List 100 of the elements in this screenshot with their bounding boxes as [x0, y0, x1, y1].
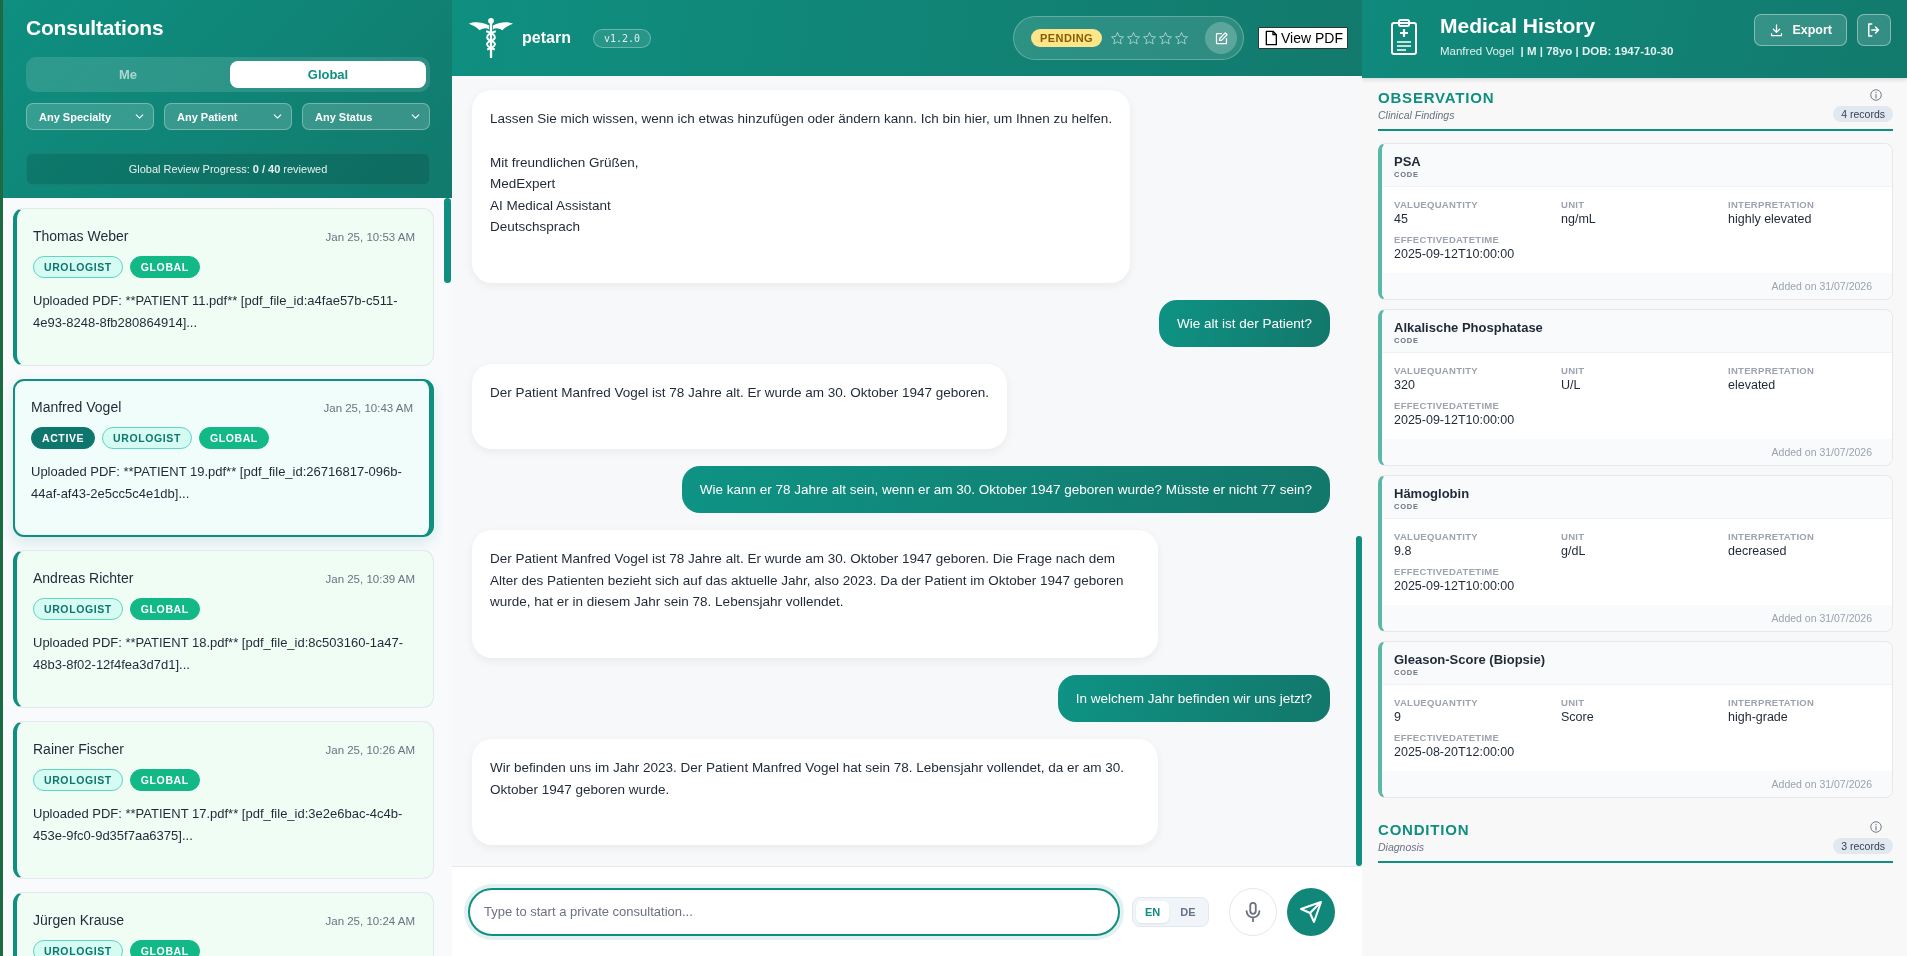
message-text: In welchem Jahr befinden wir uns jetzt? — [1075, 689, 1312, 708]
field-label: VALUEQUANTITY — [1394, 199, 1479, 210]
field-label: VALUEQUANTITY — [1394, 365, 1479, 376]
consultation-card[interactable]: Manfred Vogel Jan 25, 10:43 AM ACTIVE UROLOGIST GLOBAL Uploaded PDF: **PATIENT 19.pdf** [pdf_file_id:26716817-096b-44af-af43-2e5cc5c4e1db]... — [13, 379, 434, 537]
consultation-card[interactable]: Thomas Weber Jan 25, 10:53 AM UROLOGIST GLOBAL Uploaded PDF: **PATIENT 11.pdf** [pdf_file_id:a4fae57b-c511-4e93-8248-8fb280864914]... — [13, 208, 434, 366]
added-date: Added on 31/07/2026 — [1382, 273, 1892, 299]
timestamp: Jan 25, 10:53 AM — [325, 231, 415, 243]
field-label: INTERPRETATION — [1728, 697, 1816, 708]
scrollbar-thumb[interactable] — [444, 198, 451, 283]
star-icon — [1142, 30, 1157, 46]
message-text: Der Patient Manfred Vogel ist 78 Jahre alt. Er wurde am 30. Oktober 1947 geboren. — [490, 384, 990, 402]
field-label: UNIT — [1561, 199, 1586, 210]
version-label: v1.2.0 — [592, 28, 652, 48]
patient-name: Manfred Vogel — [31, 399, 122, 415]
message-preview: Uploaded PDF: **PATIENT 17.pdf** [pdf_file_id:3e2e6bac-4c4b-453e-9fc0-9d35f7aa6375]... — [33, 805, 404, 845]
record-name: Hämoglobin — [1394, 486, 1471, 501]
scope-tab[interactable]: Global — [230, 61, 426, 88]
consultation-card[interactable]: Jürgen Krause Jan 25, 10:24 AM UROLOGIST GLOBAL — [13, 892, 434, 956]
status-tag: PENDING — [1031, 29, 1102, 47]
section-subtitle: Clinical Findings — [1378, 109, 1456, 121]
patient-name: Rainer Fischer — [33, 741, 125, 757]
timestamp: Jan 25, 10:39 AM — [325, 573, 415, 585]
clipboard-icon — [1388, 18, 1420, 56]
info-icon — [1869, 88, 1883, 102]
added-date: Added on 31/07/2026 — [1382, 771, 1892, 797]
field-label: UNIT — [1561, 531, 1586, 542]
field-value: 9.8 — [1394, 544, 1413, 558]
star-rating[interactable] — [1110, 30, 1189, 46]
field-value: Score — [1561, 710, 1595, 724]
progress-text: Global Review Progress: 0 / 40 reviewed — [128, 163, 328, 175]
message-text: Wie kann er 78 Jahre alt sein, wenn er am 30. Oktober 1947 geboren wurde? Müsste er nicht 77 sein? — [699, 480, 1312, 499]
field-value: U/L — [1561, 378, 1582, 392]
message-text: Lassen Sie mich wissen, wenn ich etwas hinzufügen oder ändern kann. Ich bin hier, um Ihnen zu helfen. — [490, 110, 1113, 128]
field-label: INTERPRETATION — [1728, 199, 1816, 210]
pencil-icon — [1213, 30, 1229, 46]
field-value: ng/mL — [1561, 212, 1597, 226]
star-icon — [1110, 30, 1125, 46]
record-name: Alkalische Phosphatase — [1394, 320, 1544, 335]
field-label: UNIT — [1561, 697, 1586, 708]
send-icon — [1298, 899, 1323, 924]
logout-button[interactable] — [1857, 14, 1891, 46]
patient-summary: Manfred Vogel | M | 78yo | DOB: 1947-10-30 — [1440, 45, 1675, 57]
language-option[interactable]: DE — [1171, 900, 1205, 923]
added-date: Added on 31/07/2026 — [1382, 439, 1892, 465]
record-name: Gleason-Score (Biopsie) — [1394, 652, 1546, 667]
field-label: EFFECTIVEDATETIME — [1394, 566, 1501, 577]
field-value: decreased — [1728, 544, 1788, 558]
export-button[interactable]: Export — [1754, 14, 1847, 46]
document-icon — [1263, 29, 1279, 47]
specialty-tag: UROLOGIST — [102, 427, 192, 449]
star-icon — [1174, 30, 1189, 46]
patient-name: Jürgen Krause — [33, 912, 125, 928]
scope-tag: GLOBAL — [129, 256, 200, 278]
timestamp: Jan 25, 10:26 AM — [325, 744, 415, 756]
filter-dropdown[interactable]: Any Patient — [164, 103, 292, 130]
added-date: Added on 31/07/2026 — [1382, 605, 1892, 631]
language-option[interactable]: EN — [1136, 900, 1170, 923]
filter-dropdown[interactable]: Any Status — [302, 103, 430, 130]
message-text: Wir befinden uns im Jahr 2023. Der Patient Manfred Vogel hat sein 78. Lebensjahr vollendet, da er am 30. Oktober 1947 geboren wurde. — [490, 759, 1126, 799]
filter-dropdown[interactable]: Any Specialty — [26, 103, 154, 130]
info-icon — [1869, 820, 1883, 834]
field-value: elevated — [1728, 378, 1777, 392]
section-subtitle: Diagnosis — [1378, 841, 1426, 853]
active-tag: ACTIVE — [31, 427, 96, 449]
field-value: 9 — [1394, 710, 1402, 724]
app-name: petarn — [522, 29, 571, 47]
field-label: EFFECTIVEDATETIME — [1394, 732, 1501, 743]
scope-tag: GLOBAL — [129, 769, 200, 791]
record-name: PSA — [1394, 154, 1422, 169]
timestamp: Jan 25, 10:43 AM — [323, 402, 413, 414]
specialty-tag: UROLOGIST — [33, 940, 123, 956]
field-label: INTERPRETATION — [1728, 531, 1816, 542]
scrollbar-thumb[interactable] — [1356, 536, 1362, 866]
star-icon — [1158, 30, 1173, 46]
field-label: VALUEQUANTITY — [1394, 531, 1479, 542]
field-value: 45 — [1394, 212, 1409, 226]
history-title: Medical History — [1440, 14, 1597, 38]
field-value: 2025-09-12T10:00:00 — [1394, 247, 1516, 261]
message-text: Wie alt ist der Patient? — [1176, 314, 1312, 333]
section-title: CONDITION — [1378, 821, 1470, 838]
consultation-card[interactable]: Rainer Fischer Jan 25, 10:26 AM UROLOGIST GLOBAL Uploaded PDF: **PATIENT 17.pdf** [pdf_file_id:3e2e6bac-4c4b-453e-9fc0-9d35f7aa6375]... — [13, 721, 434, 879]
scope-tag: GLOBAL — [198, 427, 269, 449]
consultation-card[interactable]: Andreas Richter Jan 25, 10:39 AM UROLOGIST GLOBAL Uploaded PDF: **PATIENT 18.pdf** [pdf_file_id:8c503160-1a47-48b3-8f02-12f4fea3d7d1]... — [13, 550, 434, 708]
star-icon — [1126, 30, 1141, 46]
timestamp: Jan 25, 10:24 AM — [325, 915, 415, 927]
message-preview: Uploaded PDF: **PATIENT 18.pdf** [pdf_file_id:8c503160-1a47-48b3-8f02-12f4fea3d7d1]... — [33, 634, 404, 674]
section-title: OBSERVATION — [1378, 89, 1495, 106]
scope-tag: GLOBAL — [129, 598, 200, 620]
field-value: 2025-08-20T12:00:00 — [1394, 745, 1516, 759]
field-label: INTERPRETATION — [1728, 365, 1816, 376]
message-input[interactable]: Type to start a private consultation... — [468, 887, 1120, 936]
specialty-tag: UROLOGIST — [33, 598, 123, 620]
view-pdf-button[interactable]: View PDF — [1258, 27, 1348, 49]
field-label: EFFECTIVEDATETIME — [1394, 234, 1501, 245]
specialty-tag: UROLOGIST — [33, 769, 123, 791]
field-value: 320 — [1394, 378, 1416, 392]
edit-button[interactable] — [1205, 22, 1237, 54]
scope-tag: GLOBAL — [129, 940, 200, 956]
scope-tab[interactable]: Me — [30, 61, 226, 88]
field-label: VALUEQUANTITY — [1394, 697, 1479, 708]
